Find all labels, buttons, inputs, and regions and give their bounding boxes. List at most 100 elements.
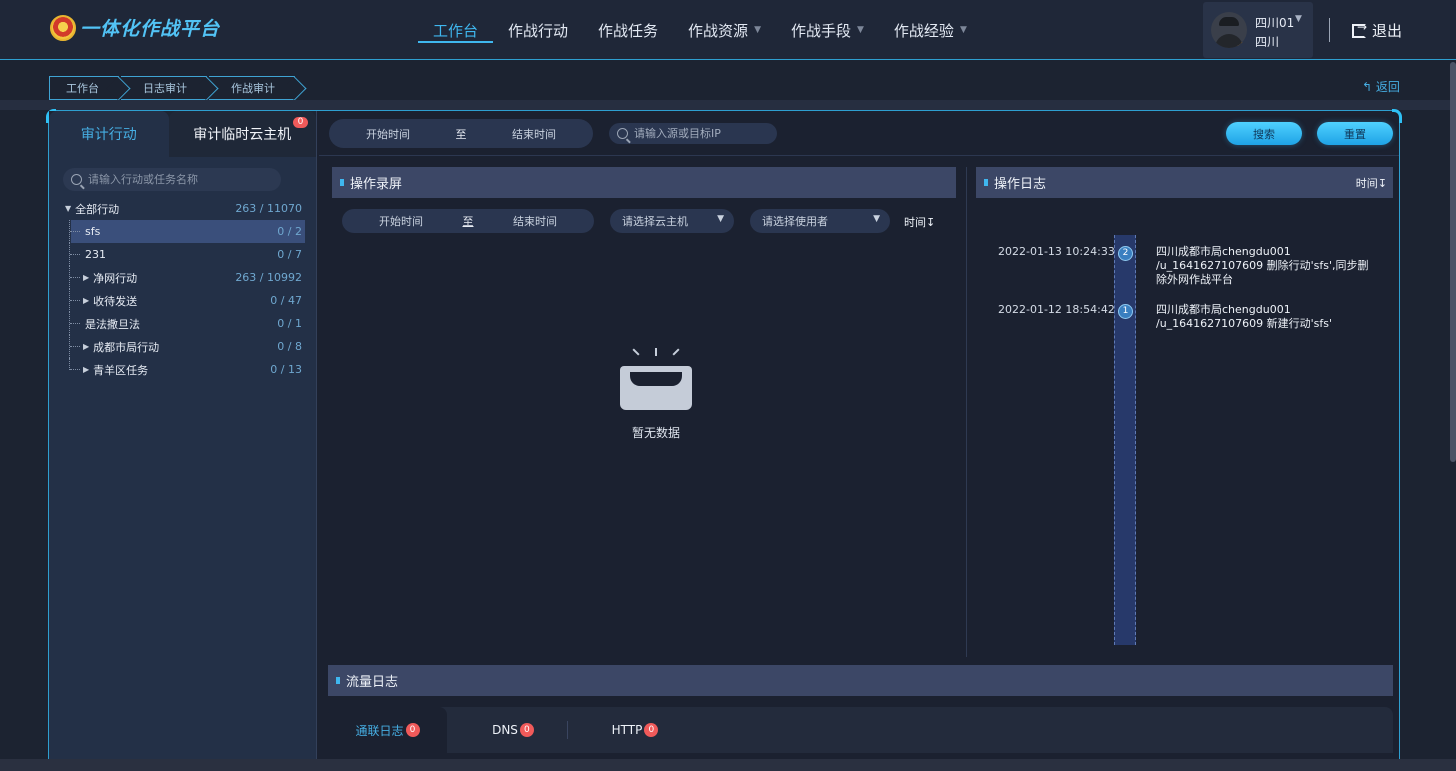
tree-count: 0 / 8 [277, 340, 302, 353]
tab-http[interactable]: HTTP 0 [590, 707, 680, 753]
tab-label: 审计临时云主机 [193, 127, 292, 143]
ip-search [609, 123, 777, 144]
left-panel: 审计行动 审计临时云主机 0 ▼ 全部行动 263 / 11070 sfs 0 … [49, 111, 317, 771]
time-sort-button[interactable]: 时间↧ [904, 214, 935, 230]
tab-label: 通联日志 [355, 723, 404, 738]
log-text: 四川成都市局chengdu001 /u_1641627107609 删除行动's… [1156, 245, 1369, 286]
nav-label: 作战手段 [790, 21, 851, 40]
tab-audit-temp-hosts[interactable]: 审计临时云主机 0 [168, 111, 316, 157]
tree-label: 青羊区任务 [93, 363, 149, 377]
divider [1329, 18, 1330, 42]
tree-count: 0 / 13 [270, 363, 302, 376]
nav-experience[interactable]: 作战经验 ▼ [879, 0, 982, 60]
tree-node[interactable]: 是法撒旦法 0 / 1 [49, 312, 317, 335]
range-separator: 至 [462, 215, 474, 228]
user-select[interactable]: 请选择使用者 ▼ [750, 209, 890, 233]
police-emblem-icon [50, 14, 76, 41]
section-title: 操作日志 [994, 177, 1047, 192]
tree-label: 231 [85, 248, 106, 261]
sort-label: 时间 [904, 216, 926, 229]
empty-text: 暂无数据 [631, 426, 680, 440]
tree-search-input[interactable] [88, 173, 268, 186]
nav-means[interactable]: 作战手段 ▼ [776, 0, 879, 60]
tree-node[interactable]: ▶ 青羊区任务 0 / 13 [49, 358, 317, 381]
sort-label: 时间 [1355, 176, 1378, 190]
tree-guide [70, 254, 80, 255]
tree-guide [70, 323, 80, 324]
breadcrumb-item[interactable]: 日志审计 [121, 76, 207, 100]
logout-button[interactable]: 退出 [1352, 20, 1402, 41]
date-range-picker[interactable]: 开始时间 至 结束时间 [329, 119, 593, 148]
end-time[interactable]: 结束时间 [476, 213, 594, 229]
count-badge: 0 [644, 723, 659, 737]
operation-tree: ▼ 全部行动 263 / 11070 sfs 0 / 2 231 0 / 7 ▶… [49, 197, 317, 381]
back-button[interactable]: ↰ 返回 [1362, 78, 1400, 95]
tree-node[interactable]: 231 0 / 7 [49, 243, 317, 266]
tree-node[interactable]: ▶ 收待发送 0 / 47 [49, 289, 317, 312]
host-select[interactable]: 请选择云主机 ▼ [610, 209, 734, 233]
chevron-down-icon: ▼ [754, 25, 761, 35]
breadcrumb-item[interactable]: 工作台 [49, 76, 119, 100]
breadcrumb-label: 工作台 [66, 82, 99, 95]
recording-header: 操作录屏 [332, 167, 956, 198]
breadcrumb-item[interactable]: 作战审计 [209, 76, 295, 100]
tree-node[interactable]: ▶ 净网行动 263 / 10992 [49, 266, 317, 289]
empty-rays-icon [619, 348, 693, 362]
time-sort-button[interactable]: 时间↧ [1356, 175, 1387, 191]
nav-resources[interactable]: 作战资源 ▼ [673, 0, 776, 60]
start-time[interactable]: 开始时间 [329, 126, 447, 142]
caret-down-icon[interactable]: ▼ [65, 204, 71, 213]
tab-audit-operations[interactable]: 审计行动 [49, 111, 169, 157]
caret-right-icon[interactable]: ▶ [83, 296, 89, 305]
logout-label: 退出 [1372, 22, 1403, 40]
tree-count: 0 / 7 [277, 248, 302, 261]
recording-filters: 开始时间 至 结束时间 请选择云主机 ▼ 请选择使用者 ▼ 时间↧ [342, 209, 942, 233]
timeline-dot: 2 [1118, 246, 1133, 261]
nav-label: 作战行动 [508, 21, 569, 40]
tree-node-all[interactable]: ▼ 全部行动 263 / 11070 [49, 197, 317, 220]
ip-search-input[interactable] [634, 127, 774, 140]
count-badge: 0 [519, 723, 534, 737]
breadcrumb: 工作台 日志审计 作战审计 [49, 76, 297, 100]
nav-label: 作战经验 [893, 21, 954, 40]
tab-connection-log[interactable]: 通联日志 0 [328, 707, 447, 753]
horizontal-scrollbar[interactable] [0, 759, 1456, 771]
tree-node[interactable]: ▶ 成都市局行动 0 / 8 [49, 335, 317, 358]
tree-guide [70, 231, 80, 232]
recording-date-range[interactable]: 开始时间 至 结束时间 [342, 209, 594, 233]
divider [966, 167, 967, 657]
page-strip [0, 100, 1456, 110]
user-menu[interactable]: 四川01 ▼ 四川 [1203, 2, 1313, 58]
start-time[interactable]: 开始时间 [342, 213, 460, 229]
reset-button[interactable]: 重置 [1317, 122, 1393, 145]
caret-right-icon[interactable]: ▶ [83, 273, 89, 282]
back-arrow-icon: ↰ [1362, 80, 1376, 94]
nav-label: 作战资源 [688, 21, 749, 40]
page-scrollbar[interactable] [1450, 62, 1456, 462]
tab-dns[interactable]: DNS 0 [468, 707, 558, 753]
tree-count: 0 / 1 [277, 317, 302, 330]
count-badge: 0 [293, 117, 308, 128]
search-button[interactable]: 搜索 [1226, 122, 1302, 145]
log-time: 2022-01-13 10:24:33 [998, 245, 1115, 258]
tab-label: HTTP [611, 723, 643, 737]
end-time[interactable]: 结束时间 [475, 126, 593, 142]
tree-label: 收待发送 [93, 294, 138, 308]
sort-down-icon: ↧ [926, 216, 936, 229]
user-region: 四川 [1255, 35, 1280, 49]
tree-count: 0 / 47 [270, 294, 302, 307]
tree-node[interactable]: sfs 0 / 2 [69, 220, 305, 243]
nav-workbench[interactable]: 工作台 [418, 0, 494, 60]
empty-state: 暂无数据 [619, 348, 693, 441]
chevron-down-icon: ▼ [1295, 14, 1302, 24]
caret-right-icon[interactable]: ▶ [83, 365, 89, 374]
nav-tasks[interactable]: 作战任务 [583, 0, 673, 60]
empty-inbox-icon [620, 366, 692, 410]
divider [567, 721, 568, 739]
chevron-down-icon: ▼ [717, 214, 724, 224]
nav-operations[interactable]: 作战行动 [493, 0, 583, 60]
tree-guide [70, 346, 80, 347]
log-text: 四川成都市局chengdu001 /u_1641627107609 新建行动's… [1156, 303, 1333, 330]
caret-right-icon[interactable]: ▶ [83, 342, 89, 351]
app-logo[interactable]: 一体化作战平台 [50, 14, 220, 41]
